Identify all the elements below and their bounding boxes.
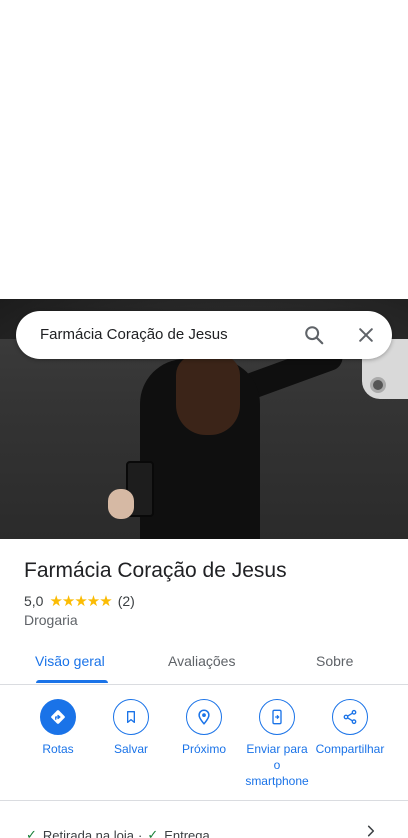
- share-label: Compartilhar: [315, 742, 385, 756]
- nearby-label: Próximo: [181, 742, 226, 756]
- share-button[interactable]: Compartilhar: [310, 699, 390, 757]
- search-input[interactable]: Farmácia Coração de Jesus: [40, 326, 228, 343]
- photo-person-hair: [176, 355, 240, 435]
- check-icon: ✓: [147, 827, 159, 838]
- review-count[interactable]: (2): [118, 593, 135, 609]
- blank-map-area: [0, 0, 408, 299]
- photo-car-light: [370, 377, 386, 393]
- service-pickup-label: Retirada na loja: [42, 827, 134, 838]
- send-to-phone-label: Enviar para o smartphone: [245, 742, 309, 788]
- rating-value: 5,0: [24, 593, 44, 609]
- directions-label: Rotas: [42, 742, 74, 756]
- bookmark-icon: [113, 699, 149, 735]
- directions-icon: [40, 699, 76, 735]
- service-pickup: ✓ Retirada na loja · ✓ Entrega: [26, 827, 210, 838]
- send-to-phone-button[interactable]: Enviar para o smartphone: [237, 699, 317, 789]
- save-button[interactable]: Salvar: [91, 699, 171, 757]
- rating-row[interactable]: 5,0 ★★★★★ (2): [24, 592, 135, 610]
- share-icon: [332, 699, 368, 735]
- tab-reviews[interactable]: Avaliações: [168, 653, 235, 669]
- section-divider: [0, 800, 408, 801]
- search-icon[interactable]: [300, 321, 328, 349]
- place-category[interactable]: Drogaria: [24, 612, 78, 628]
- directions-button[interactable]: Rotas: [18, 699, 98, 757]
- action-buttons: Rotas Salvar Próximo Enviar para o smart…: [0, 699, 408, 799]
- place-title: Farmácia Coração de Jesus: [24, 559, 287, 582]
- close-icon[interactable]: [352, 321, 380, 349]
- tab-overview[interactable]: Visão geral: [35, 653, 105, 669]
- send-to-phone-icon: [259, 699, 295, 735]
- service-delivery-label: Entrega: [164, 827, 210, 838]
- chevron-right-icon[interactable]: [364, 823, 378, 838]
- service-options-row[interactable]: ✓ Retirada na loja · ✓ Entrega: [0, 823, 408, 838]
- active-tab-indicator: [36, 680, 108, 683]
- star-rating-icon: ★★★★★: [49, 593, 112, 610]
- service-separator: ·: [137, 827, 143, 838]
- nearby-icon: [186, 699, 222, 735]
- tab-about[interactable]: Sobre: [316, 653, 353, 669]
- search-bar[interactable]: Farmácia Coração de Jesus: [16, 311, 392, 359]
- nearby-button[interactable]: Próximo: [164, 699, 244, 757]
- photo-person-hand: [108, 489, 134, 519]
- tab-bar: Visão geral Avaliações Sobre: [0, 639, 408, 685]
- save-label: Salvar: [113, 742, 148, 756]
- check-icon: ✓: [26, 827, 37, 838]
